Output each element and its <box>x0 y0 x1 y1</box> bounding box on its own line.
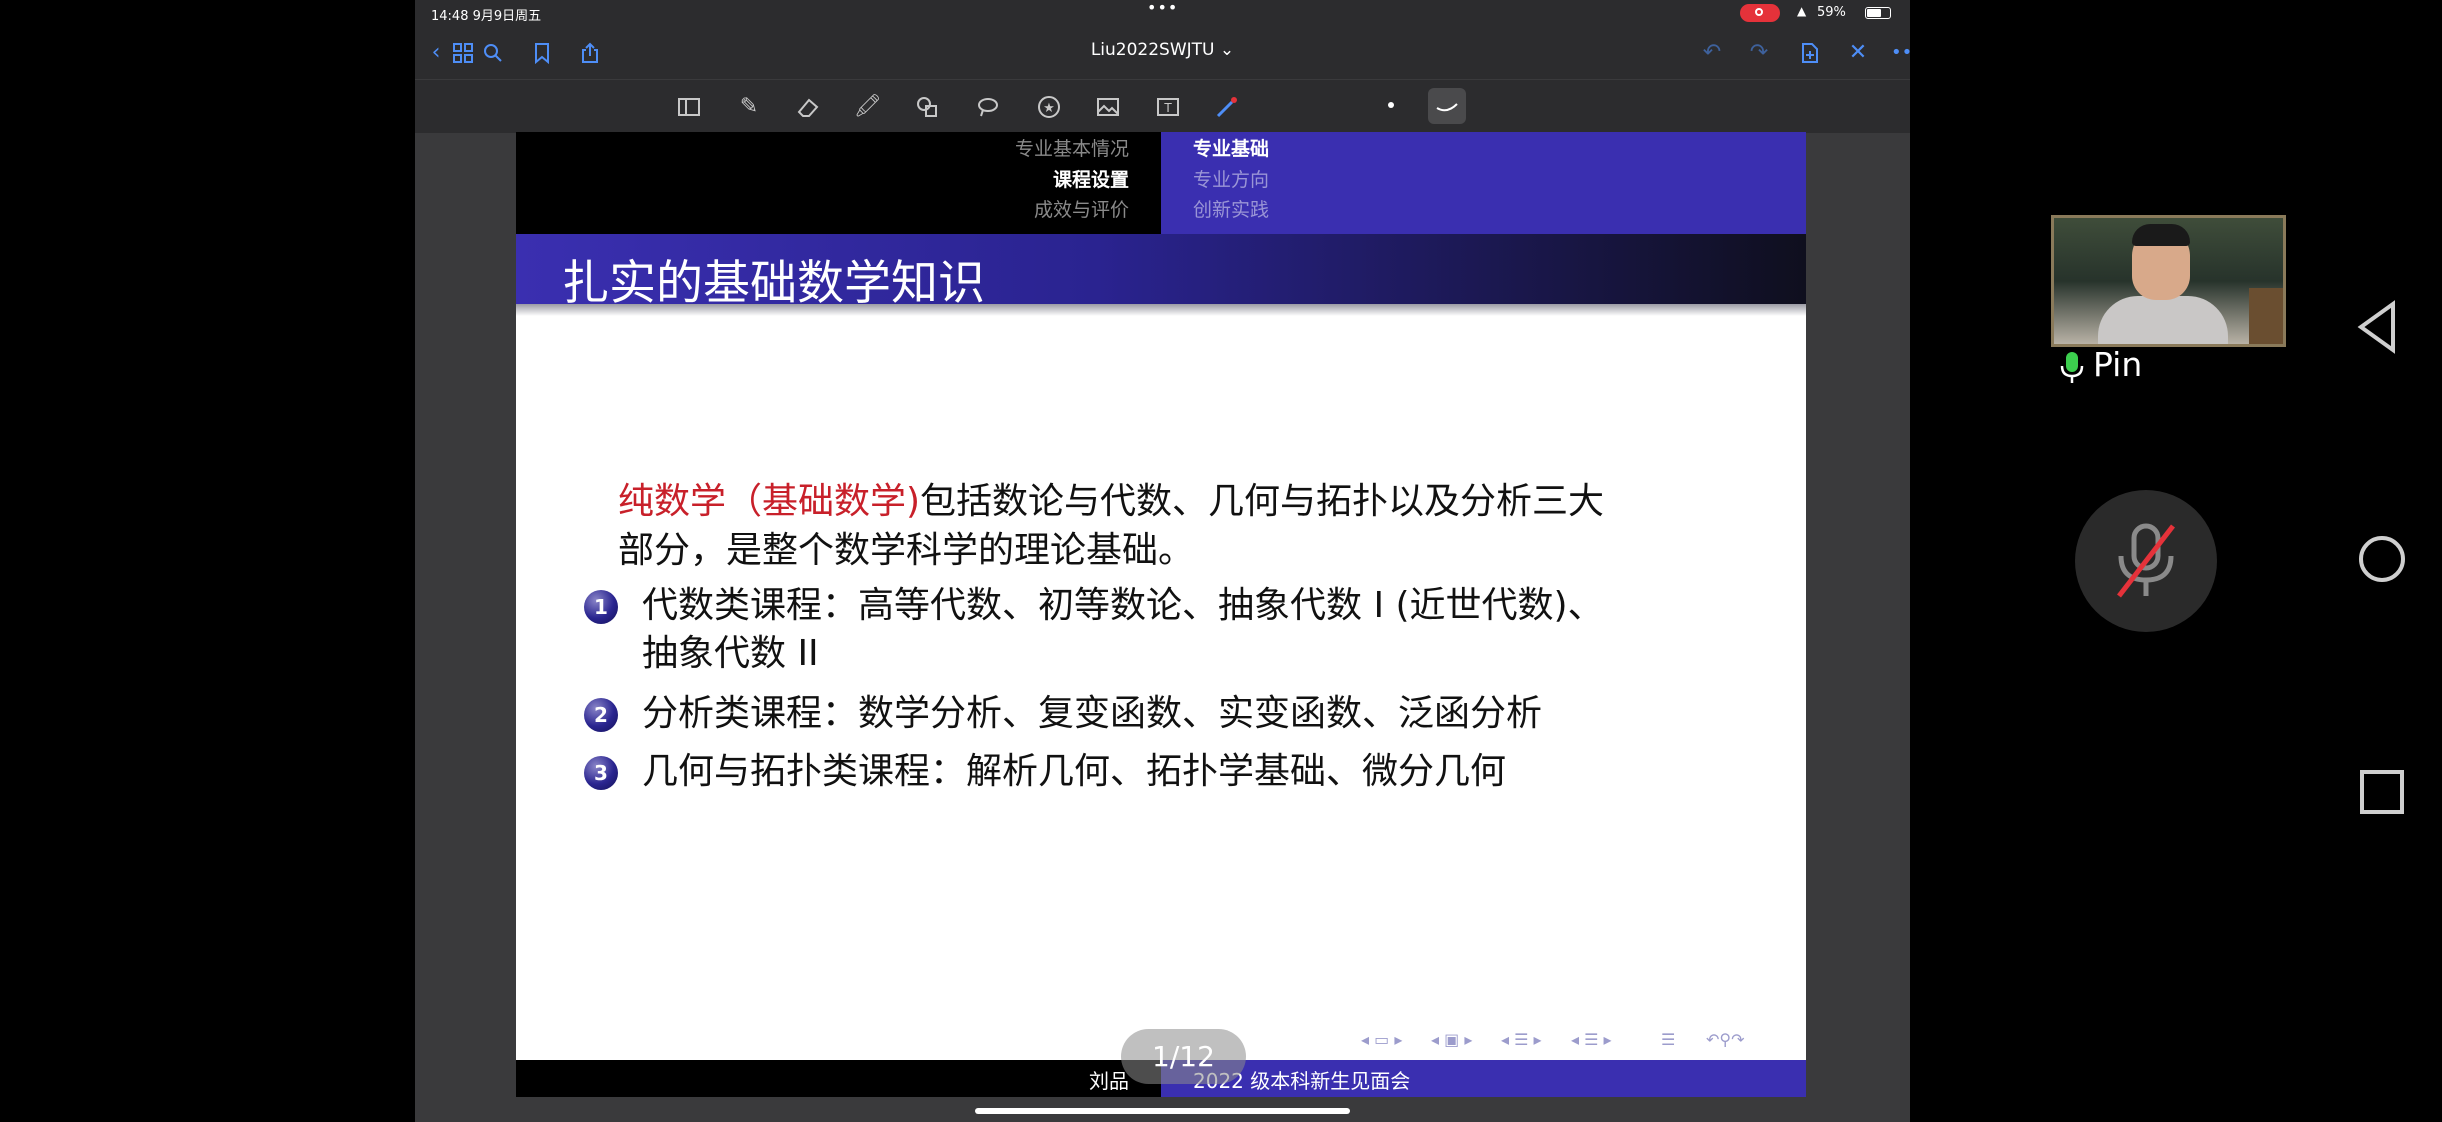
subsection-item-basics[interactable]: 专业基础 <box>1193 134 1269 164</box>
participant-name: Pin <box>2093 345 2143 384</box>
subsection-nav: 专业基础 专业方向 创新实践 <box>1161 132 1806 234</box>
mute-button[interactable] <box>2075 490 2217 632</box>
screen-record-icon[interactable] <box>1740 4 1780 22</box>
undo-icon[interactable]: ↶ <box>1697 38 1727 68</box>
ipad-screen: 14:48 9月9日周五 ••• ▲ 59% ‹ Liu2022SWJTU ⌄ … <box>415 0 1910 1122</box>
grid-view-icon[interactable] <box>448 38 478 68</box>
nav-part-icon[interactable]: ◂ ☰ ▸ <box>1571 1030 1612 1049</box>
meeting-side-panel: Pin <box>1910 0 2442 1122</box>
nav-frame-icon[interactable]: ◂ ▭ ▸ <box>1361 1030 1402 1049</box>
footer-title-bar: 2022 级本科新生见面会 <box>1161 1060 1806 1097</box>
list-item: 2 分析类课程：数学分析、复变函数、实变函数、泛函分析 <box>584 690 1742 738</box>
home-indicator[interactable] <box>975 1108 1350 1114</box>
list-item-text: 代数类课程：高等代数、初等数论、抽象代数 I (近世代数)、 <box>642 585 1604 626</box>
nav-subsection-icon[interactable]: ◂ ▣ ▸ <box>1431 1030 1472 1049</box>
app-nav-bar: ‹ Liu2022SWJTU ⌄ ↶ ↷ ✕ ••• <box>415 26 1910 79</box>
battery-icon <box>1865 7 1891 19</box>
status-time: 14:48 9月9日周五 <box>431 9 542 24</box>
svg-text:★: ★ <box>1043 101 1055 116</box>
recents-nav-icon[interactable] <box>2359 769 2405 815</box>
list-item-text: 分析类课程：数学分析、复变函数、实变函数、泛函分析 <box>642 693 1543 734</box>
bookmark-icon[interactable] <box>527 38 557 68</box>
frame-title-bar: 扎实的基础数学知识 <box>516 234 1806 311</box>
status-bar: 14:48 9月9日周五 ••• ▲ 59% <box>415 0 1910 26</box>
tool-size-dot[interactable] <box>1388 102 1394 108</box>
back-nav-icon[interactable] <box>2355 300 2399 354</box>
frame-title: 扎实的基础数学知识 <box>562 256 985 311</box>
intro-text: 包括数论与代数、几何与拓扑以及分析三大 <box>920 481 1605 522</box>
laser-pointer-icon[interactable] <box>1210 92 1242 122</box>
add-page-icon[interactable] <box>1795 38 1825 68</box>
annotation-toolbar: ✎ 🖍 ★ T <box>415 79 1910 133</box>
nav-toc-icon[interactable]: ☰ <box>1661 1030 1675 1049</box>
section-item-outcomes[interactable]: 成效与评价 <box>1034 195 1129 225</box>
image-icon[interactable] <box>1092 92 1124 122</box>
section-item-overview[interactable]: 专业基本情况 <box>1015 134 1129 164</box>
svg-text:T: T <box>1163 101 1172 115</box>
title-shadow <box>516 304 1806 316</box>
wifi-icon: ▲ <box>1797 4 1807 18</box>
bullet-number: 1 <box>584 590 618 624</box>
footer-author-bar: 刘品 <box>516 1060 1161 1097</box>
stroke-style-button[interactable] <box>1428 88 1466 124</box>
sticker-icon[interactable]: ★ <box>1033 92 1065 122</box>
participant-video[interactable] <box>2051 215 2286 347</box>
close-icon[interactable]: ✕ <box>1843 38 1873 68</box>
bullet-number: 2 <box>584 698 618 732</box>
highlighter-icon[interactable]: 🖍 <box>852 92 884 122</box>
nav-section-icon[interactable]: ◂ ☰ ▸ <box>1501 1030 1542 1049</box>
mic-muted-icon <box>2117 523 2175 598</box>
more-options-icon[interactable]: ••• <box>1891 38 1910 68</box>
section-item-curriculum[interactable]: 课程设置 <box>1053 165 1129 195</box>
list-item: 3 几何与拓扑类课程：解析几何、拓扑学基础、微分几何 <box>584 748 1742 796</box>
section-nav: 专业基本情况 课程设置 成效与评价 <box>516 132 1161 234</box>
list-item-text-cont: 抽象代数 II <box>642 633 819 674</box>
intro-paragraph: 纯数学（基础数学)包括数论与代数、几何与拓扑以及分析三大 部分，是整个数学科学的… <box>618 477 1718 575</box>
share-icon[interactable] <box>575 38 605 68</box>
intro-highlight: 纯数学（基础数学) <box>618 481 921 522</box>
list-item: 1 代数类课程：高等代数、初等数论、抽象代数 I (近世代数)、 抽象代数 II <box>584 582 1742 678</box>
beamer-nav-symbols: ◂ ▭ ▸ ◂ ▣ ▸ ◂ ☰ ▸ ◂ ☰ ▸ ☰ ↶⚲↷ <box>1361 1030 1781 1052</box>
back-icon[interactable]: ‹ <box>421 38 451 68</box>
shapes-icon[interactable] <box>912 92 944 122</box>
nav-search-icon[interactable]: ↶⚲↷ <box>1706 1030 1745 1049</box>
pdf-slide: 专业基本情况 课程设置 成效与评价 专业基础 专业方向 创新实践 扎实的基础数学… <box>516 132 1806 1097</box>
multitask-dots-icon[interactable]: ••• <box>1147 0 1178 17</box>
intro-text-line2: 部分，是整个数学科学的理论基础。 <box>618 530 1195 571</box>
redo-icon[interactable]: ↷ <box>1744 38 1774 68</box>
subsection-item-direction[interactable]: 专业方向 <box>1193 165 1269 195</box>
search-icon[interactable] <box>478 38 508 68</box>
home-nav-icon[interactable] <box>2357 534 2407 584</box>
page-indicator: 1/12 <box>1121 1029 1246 1084</box>
pen-icon[interactable]: ✎ <box>733 92 765 122</box>
reading-mode-icon[interactable] <box>673 92 705 122</box>
bullet-number: 3 <box>584 756 618 790</box>
mic-active-icon <box>2060 352 2084 383</box>
document-title[interactable]: Liu2022SWJTU ⌄ <box>1055 40 1270 60</box>
eraser-icon[interactable] <box>792 92 824 122</box>
subsection-item-innovation[interactable]: 创新实践 <box>1193 195 1269 225</box>
text-box-icon[interactable]: T <box>1152 92 1184 122</box>
list-item-text: 几何与拓扑类课程：解析几何、拓扑学基础、微分几何 <box>642 751 1507 792</box>
battery-percent: 59% <box>1817 5 1846 20</box>
footer-author: 刘品 <box>1089 1069 1129 1093</box>
lasso-icon[interactable] <box>972 92 1004 122</box>
